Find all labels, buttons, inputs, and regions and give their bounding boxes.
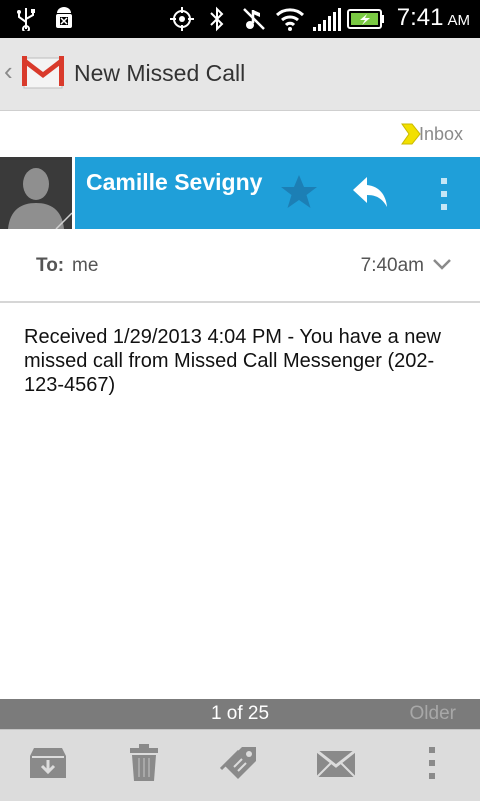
- labels-button[interactable]: [192, 730, 288, 801]
- archive-icon: [28, 746, 68, 785]
- to-value: me: [72, 255, 99, 276]
- reply-icon[interactable]: [351, 175, 389, 214]
- wifi-icon: [274, 6, 306, 32]
- android-debug-icon: [50, 6, 78, 32]
- overflow-button[interactable]: [384, 730, 480, 801]
- chevron-down-icon[interactable]: [432, 257, 452, 276]
- back-chevron-icon[interactable]: ‹: [4, 56, 13, 87]
- bluetooth-icon: [206, 6, 228, 32]
- mark-unread-button[interactable]: [288, 730, 384, 801]
- gps-icon: [168, 6, 196, 32]
- mark-unread-icon: [316, 748, 356, 783]
- mute-icon: [240, 6, 268, 32]
- labels-icon: [219, 743, 260, 788]
- gmail-icon[interactable]: [20, 50, 66, 94]
- status-clock: 7:41 AM: [396, 4, 470, 31]
- message-body: Received 1/29/2013 4:04 PM - You have a …: [24, 326, 441, 396]
- usb-icon: [14, 6, 38, 32]
- pager-bar: 1 of 25 Older: [0, 699, 480, 729]
- sender-bar: Camille Sevigny: [75, 157, 480, 229]
- page-title: New Missed Call: [74, 60, 246, 86]
- overflow-menu-icon[interactable]: [439, 177, 449, 216]
- status-bar: 7:41 AM: [0, 0, 480, 38]
- inbox-label[interactable]: Inbox: [419, 124, 463, 145]
- app-bar: ‹ New Missed Call: [0, 38, 480, 111]
- archive-button[interactable]: [0, 730, 96, 801]
- sender-header: Camille Sevigny: [0, 157, 480, 229]
- message-position: 1 of 25: [210, 703, 270, 724]
- overflow-menu-icon: [427, 746, 437, 785]
- sender-name: Camille Sevigny: [86, 169, 263, 195]
- bottom-toolbar: [0, 729, 480, 801]
- recipient-row[interactable]: To: me 7:40am: [0, 229, 480, 303]
- battery-charging-icon: [346, 6, 386, 32]
- message-time: 7:40am: [360, 255, 424, 276]
- delete-icon: [129, 744, 159, 787]
- label-row: Inbox: [0, 111, 480, 157]
- avatar[interactable]: [0, 157, 72, 229]
- older-button[interactable]: Older: [410, 703, 456, 725]
- to-label: To:: [36, 255, 65, 276]
- signal-icon: [310, 6, 344, 32]
- star-icon[interactable]: [279, 173, 319, 216]
- delete-button[interactable]: [96, 730, 192, 801]
